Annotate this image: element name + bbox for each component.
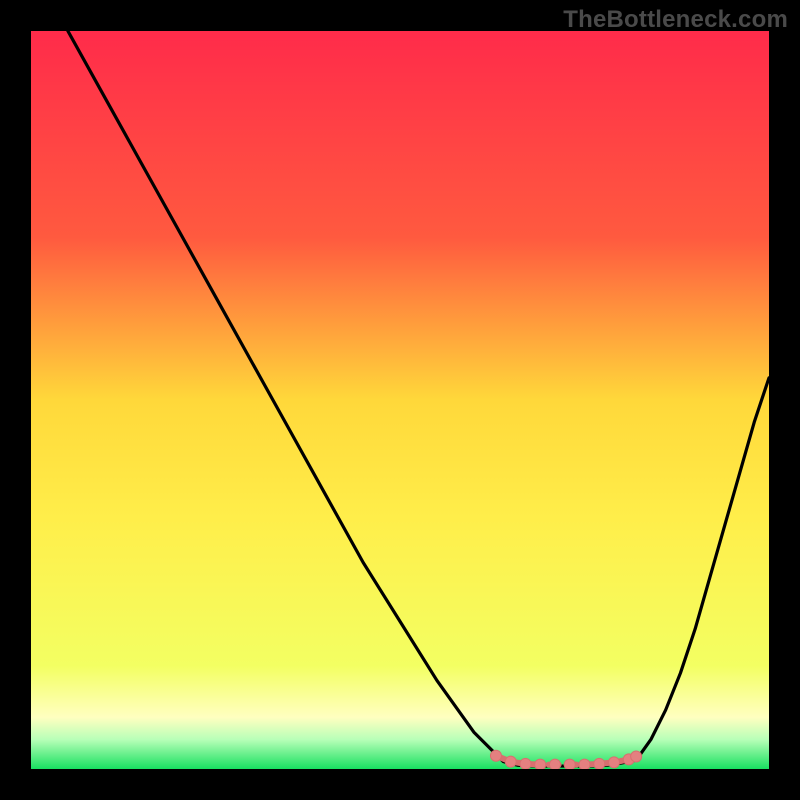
optimal-range-marker — [579, 759, 590, 769]
optimal-range-marker — [594, 758, 605, 769]
optimal-range-marker — [609, 757, 620, 768]
optimal-range-marker — [631, 751, 642, 762]
optimal-range-marker — [505, 756, 516, 767]
gradient-background — [31, 31, 769, 769]
watermark-text: TheBottleneck.com — [563, 6, 788, 34]
chart-frame: TheBottleneck.com — [0, 0, 800, 800]
plot-area — [31, 31, 769, 769]
optimal-range-marker — [549, 759, 560, 769]
optimal-range-marker — [564, 759, 575, 769]
bottleneck-chart — [31, 31, 769, 769]
optimal-range-marker — [520, 758, 531, 769]
optimal-range-marker — [535, 759, 546, 769]
optimal-range-marker — [490, 750, 501, 761]
